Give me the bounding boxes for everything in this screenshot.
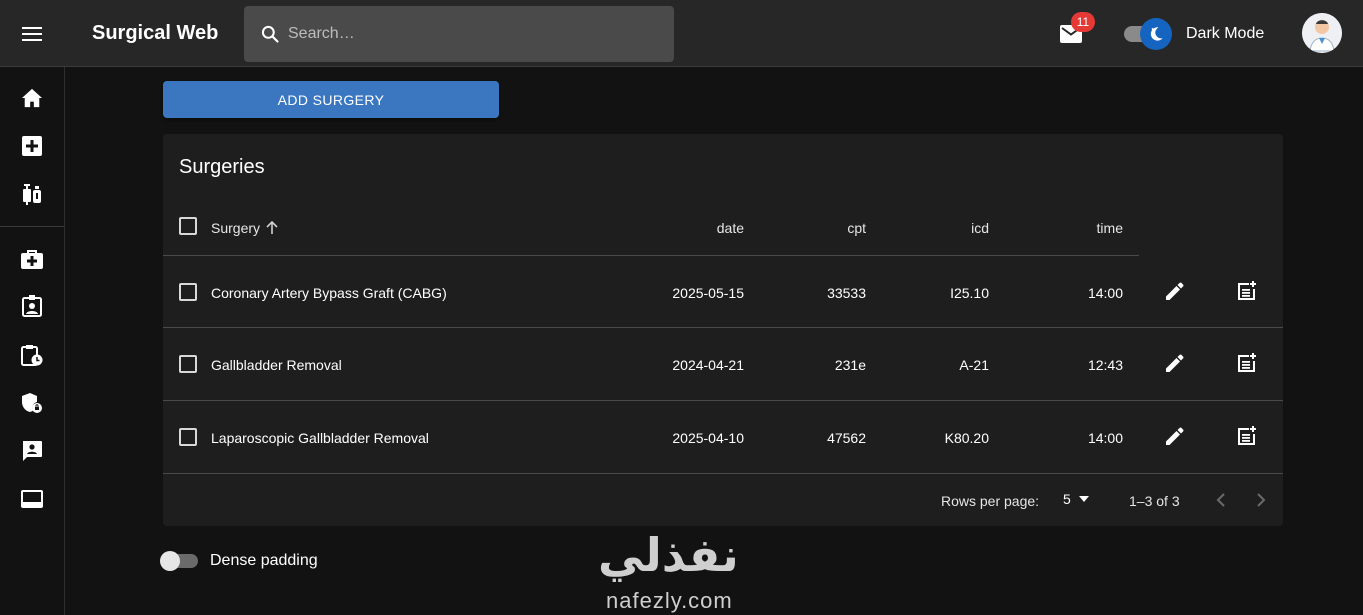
previous-page-button[interactable]: [1207, 486, 1235, 514]
monitor-icon: [21, 490, 43, 508]
shield-lock-icon: [22, 393, 42, 413]
cell-cpt: 33533: [827, 285, 866, 301]
add-note-button[interactable]: [1232, 421, 1262, 451]
clipboard-clock-icon: [21, 345, 43, 366]
home-icon: [22, 88, 42, 108]
column-header-surgery-label: Surgery: [211, 220, 261, 236]
dropdown-arrow-icon: [1078, 496, 1089, 502]
rows-per-page-select[interactable]: 5: [1063, 491, 1089, 507]
watermark-arabic: نفذلي: [598, 528, 739, 582]
cell-surgery: Coronary Artery Bypass Graft (CABG): [211, 285, 447, 301]
cell-surgery: Gallbladder Removal: [211, 357, 342, 373]
column-header-date[interactable]: date: [643, 220, 744, 236]
row-checkbox[interactable]: [179, 283, 197, 301]
header-divider: [163, 255, 1139, 256]
cell-surgery: Laparoscopic Gallbladder Removal: [211, 430, 429, 446]
dense-padding-switch[interactable]: [160, 550, 200, 572]
sidebar-item-add-medical[interactable]: [12, 126, 52, 166]
add-surgery-button[interactable]: ADD SURGERY: [163, 81, 499, 118]
rows-per-page-value: 5: [1063, 491, 1071, 507]
dark-mode-switch[interactable]: [1122, 18, 1172, 50]
hamburger-menu-icon: [22, 27, 42, 41]
chevron-right-icon: [1257, 493, 1266, 507]
pencil-icon: [1166, 282, 1184, 300]
dark-mode-label: Dark Mode: [1186, 25, 1265, 42]
cell-icd: A-21: [959, 357, 989, 373]
search-icon: [261, 25, 279, 43]
search-box[interactable]: [244, 6, 674, 62]
table-title: Surgeries: [179, 156, 265, 178]
switch-thumb: [160, 551, 180, 571]
add-note-button[interactable]: [1232, 348, 1262, 378]
moon-icon: [1150, 27, 1163, 41]
next-page-button[interactable]: [1247, 486, 1275, 514]
select-all-checkbox[interactable]: [179, 217, 197, 235]
sidebar-item-security[interactable]: [12, 383, 52, 423]
watermark-url: nafezly.com: [606, 588, 733, 613]
post-add-icon: [1238, 353, 1256, 372]
rows-per-page-label: Rows per page:: [941, 493, 1040, 509]
sidebar-item-home[interactable]: [12, 78, 52, 118]
medical-plus-icon: [22, 136, 42, 156]
doctor-avatar-icon: [1302, 13, 1342, 53]
row-divider: [163, 400, 1283, 401]
cell-cpt: 231e: [834, 357, 866, 373]
edit-button[interactable]: [1160, 276, 1190, 306]
cell-date: 2025-05-15: [672, 285, 744, 301]
edit-button[interactable]: [1160, 421, 1190, 451]
cell-icd: K80.20: [944, 430, 989, 446]
switch-thumb: [1140, 18, 1172, 50]
post-add-icon: [1238, 281, 1256, 300]
dense-padding-label: Dense padding: [210, 552, 318, 569]
sidebar: [0, 67, 65, 615]
chevron-left-icon: [1216, 493, 1225, 507]
avatar[interactable]: [1302, 13, 1342, 53]
contact-card-icon: [23, 441, 42, 461]
pagination-range: 1–3 of 3: [1129, 493, 1180, 509]
row-checkbox[interactable]: [179, 355, 197, 373]
sidebar-item-medical-bag[interactable]: [12, 239, 52, 279]
row-checkbox[interactable]: [179, 428, 197, 446]
column-header-cpt[interactable]: cpt: [783, 220, 866, 236]
medical-bag-icon: [21, 250, 43, 269]
column-header-surgery[interactable]: Surgery: [211, 220, 278, 236]
sidebar-divider: [0, 226, 64, 227]
menu-button[interactable]: [12, 14, 52, 54]
cell-time: 12:43: [1087, 357, 1123, 373]
sort-arrow-up-icon: [266, 221, 278, 234]
app-title: Surgical Web: [92, 22, 219, 44]
app-bar: Surgical Web 11 Dark Mode: [0, 0, 1363, 67]
sidebar-item-display[interactable]: [12, 479, 52, 519]
surgeries-card: Surgeries Surgery date cpt icd time Coro…: [163, 134, 1283, 526]
cell-cpt: 47562: [827, 430, 866, 446]
sidebar-item-badge[interactable]: [12, 286, 52, 326]
pencil-icon: [1166, 427, 1184, 445]
cell-time: 14:00: [1087, 430, 1123, 446]
notification-badge: 11: [1071, 12, 1095, 32]
row-divider: [163, 473, 1283, 474]
cell-time: 14:00: [1087, 285, 1123, 301]
pencil-icon: [1166, 354, 1184, 372]
cell-icd: I25.10: [950, 285, 989, 301]
add-note-button[interactable]: [1232, 276, 1262, 306]
row-divider: [163, 327, 1283, 328]
cell-date: 2024-04-21: [672, 357, 744, 373]
cell-date: 2025-04-10: [672, 430, 744, 446]
post-add-icon: [1238, 426, 1256, 445]
column-header-icd[interactable]: icd: [903, 220, 989, 236]
sidebar-item-vaccines[interactable]: [12, 174, 52, 214]
sidebar-item-schedule[interactable]: [12, 335, 52, 375]
id-badge-icon: [22, 295, 42, 317]
edit-button[interactable]: [1160, 348, 1190, 378]
vaccines-icon: [23, 184, 41, 205]
column-header-time[interactable]: time: [1023, 220, 1123, 236]
search-input[interactable]: [288, 25, 648, 43]
sidebar-item-contacts[interactable]: [12, 431, 52, 471]
